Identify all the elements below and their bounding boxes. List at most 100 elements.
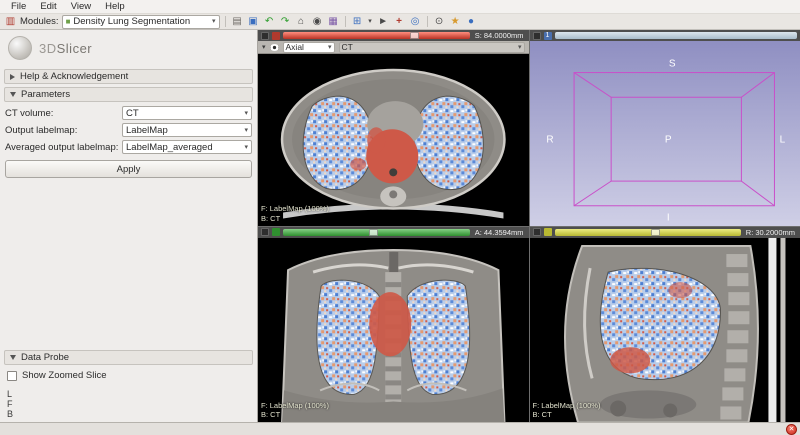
averaged-labelmap-label: Averaged output labelmap: bbox=[5, 141, 119, 153]
menu-view[interactable]: View bbox=[64, 0, 98, 13]
foreground-label: F: LabelMap (100%) bbox=[261, 204, 329, 213]
section-parameters-label: Parameters bbox=[21, 89, 71, 100]
background-label: B: CT bbox=[532, 410, 552, 420]
module-panel: 3DSlicer Help & Acknowledgement Paramete… bbox=[0, 30, 258, 422]
slice-menu-icon[interactable] bbox=[261, 31, 269, 40]
yellow-slider-handle[interactable] bbox=[651, 228, 661, 236]
mouse-interact-icon[interactable]: ► bbox=[377, 15, 390, 28]
ct-volume-select[interactable]: CT ▾ bbox=[122, 106, 252, 120]
averaged-labelmap-value: LabelMap_averaged bbox=[126, 141, 213, 153]
coronal-slice-image[interactable]: F: LabelMap (100%) B: CT bbox=[258, 237, 529, 422]
green-slice-viewer: A: 44.3594mm F: LabelMap (100%) B: CT bbox=[258, 226, 529, 422]
slicer-logo-text: 3DSlicer bbox=[39, 41, 92, 56]
probe-line-f: F bbox=[7, 399, 13, 409]
background-label: B: CT bbox=[261, 213, 281, 223]
parameters-form: CT volume: CT ▾ Output labelmap: LabelMa… bbox=[0, 102, 257, 156]
red-slice-viewer: S: 84.0000mm ▾ Axial ▾ CT ▾ F: LabelMap … bbox=[258, 30, 529, 226]
menu-help[interactable]: Help bbox=[98, 0, 132, 13]
volume-value: CT bbox=[341, 42, 353, 52]
green-slice-offset: A: 44.3594mm bbox=[474, 227, 524, 237]
toolbar-separator bbox=[344, 16, 346, 27]
foreground-label: F: LabelMap (100%) bbox=[532, 400, 601, 410]
apply-button[interactable]: Apply bbox=[5, 160, 252, 178]
probe-line-b: B bbox=[7, 409, 14, 419]
red-slice-offset: S: 84.0000mm bbox=[474, 31, 524, 40]
view-menu-icon[interactable] bbox=[532, 31, 541, 40]
place-point-icon[interactable]: + bbox=[393, 15, 406, 28]
eye-icon[interactable] bbox=[269, 43, 279, 51]
slice-menu-icon[interactable] bbox=[261, 228, 269, 236]
section-help-acknowledgement[interactable]: Help & Acknowledgement bbox=[4, 69, 253, 84]
show-zoomed-slice-row: Show Zoomed Slice bbox=[7, 370, 250, 381]
show-zoomed-slice-checkbox[interactable] bbox=[7, 370, 17, 381]
red-slider-handle[interactable] bbox=[409, 32, 419, 39]
screenshot-icon[interactable]: ◉ bbox=[311, 15, 324, 28]
layout-chevron-icon[interactable]: ▾ bbox=[367, 15, 374, 28]
background-label: B: CT bbox=[261, 410, 281, 420]
magnify-icon[interactable]: ⊙ bbox=[433, 15, 446, 28]
section-parameters[interactable]: Parameters bbox=[4, 87, 253, 102]
orientation-label-i: I bbox=[666, 213, 669, 224]
probe-line-l: L bbox=[7, 389, 13, 399]
slicer-logo: 3DSlicer bbox=[0, 30, 257, 66]
module-selector[interactable]: ■ Density Lung Segmentation ▾ bbox=[61, 14, 220, 29]
output-labelmap-select[interactable]: LabelMap ▾ bbox=[122, 123, 252, 137]
red-view-icon[interactable] bbox=[272, 31, 280, 40]
extensions-icon[interactable]: ★ bbox=[449, 15, 462, 28]
section-data-probe-label: Data Probe bbox=[21, 352, 70, 363]
threed-view-badge[interactable]: 1 bbox=[543, 31, 552, 40]
green-slider-handle[interactable] bbox=[368, 228, 378, 236]
axial-slice-image[interactable]: F: LabelMap (100%) B: CT bbox=[258, 54, 529, 226]
green-slice-slider[interactable] bbox=[283, 228, 470, 236]
slice-menu-icon[interactable] bbox=[532, 228, 541, 236]
chevron-down-icon[interactable]: ▾ bbox=[262, 44, 266, 51]
section-data-probe[interactable]: Data Probe bbox=[4, 350, 253, 365]
orientation-select[interactable]: Axial ▾ bbox=[282, 41, 335, 53]
main-toolbar: ▥ Modules: ■ Density Lung Segmentation ▾… bbox=[0, 14, 800, 30]
chevron-down-icon: ▾ bbox=[212, 18, 216, 25]
yellow-slice-offset: R: 30.2000mm bbox=[745, 227, 795, 237]
volume-select[interactable]: CT ▾ bbox=[338, 41, 525, 53]
error-log-button[interactable]: ✕ bbox=[786, 423, 797, 435]
chevron-down-icon: ▾ bbox=[328, 43, 332, 51]
logo-slicer: Slicer bbox=[56, 40, 93, 56]
averaged-labelmap-select[interactable]: LabelMap_averaged ▾ bbox=[122, 140, 252, 154]
chevron-down-icon: ▾ bbox=[244, 109, 248, 117]
threed-scene[interactable]: S I R L P bbox=[529, 41, 800, 226]
menu-edit[interactable]: Edit bbox=[33, 0, 63, 13]
green-view-icon[interactable] bbox=[272, 228, 280, 236]
collapse-arrow-icon bbox=[10, 355, 16, 360]
chevron-down-icon: ▾ bbox=[517, 43, 522, 51]
red-slice-controller: ▾ Axial ▾ CT ▾ bbox=[258, 41, 529, 54]
sagittal-slice-image[interactable]: F: LabelMap (100%) B: CT bbox=[529, 237, 800, 422]
home-icon[interactable]: ⌂ bbox=[295, 15, 308, 28]
ct-volume-label: CT volume: bbox=[5, 107, 54, 119]
yellow-slice-slider[interactable] bbox=[554, 228, 741, 236]
logo-3d: 3D bbox=[39, 40, 57, 56]
menu-file[interactable]: File bbox=[4, 0, 33, 13]
red-slice-slider[interactable] bbox=[283, 32, 470, 39]
red-slice-bar: S: 84.0000mm bbox=[258, 30, 529, 41]
view-layout: S: 84.0000mm ▾ Axial ▾ CT ▾ F: LabelMap … bbox=[258, 30, 800, 422]
ct-volume-value: CT bbox=[126, 107, 139, 119]
threed-view-bar: 1 bbox=[529, 30, 800, 41]
corner-annotation: F: LabelMap (100%) B: CT bbox=[261, 204, 329, 224]
layout-select-icon[interactable]: ⊞ bbox=[351, 15, 364, 28]
scene-view-icon[interactable]: ▦ bbox=[327, 15, 340, 28]
load-data-icon[interactable]: ▤ bbox=[231, 15, 244, 28]
threed-view-slider[interactable] bbox=[554, 32, 797, 39]
menu-bar: File Edit View Help bbox=[0, 0, 800, 14]
module-history-back-icon[interactable]: ↶ bbox=[263, 15, 276, 28]
crosshair-icon[interactable]: ◎ bbox=[409, 15, 422, 28]
section-help-label: Help & Acknowledgement bbox=[20, 71, 129, 82]
volume-rendering-icon[interactable]: ● bbox=[465, 15, 478, 28]
green-slice-bar: A: 44.3594mm bbox=[258, 226, 529, 238]
corner-annotation: F: LabelMap (100%) B: CT bbox=[261, 401, 329, 421]
orientation-label-s: S bbox=[668, 59, 675, 70]
collapse-arrow-icon bbox=[10, 92, 16, 97]
module-history-forward-icon[interactable]: ↷ bbox=[279, 15, 292, 28]
panel-spacer bbox=[0, 182, 257, 347]
modules-panel-icon[interactable]: ▥ bbox=[4, 15, 17, 28]
yellow-view-icon[interactable] bbox=[543, 228, 552, 236]
save-icon[interactable]: ▣ bbox=[247, 15, 260, 28]
